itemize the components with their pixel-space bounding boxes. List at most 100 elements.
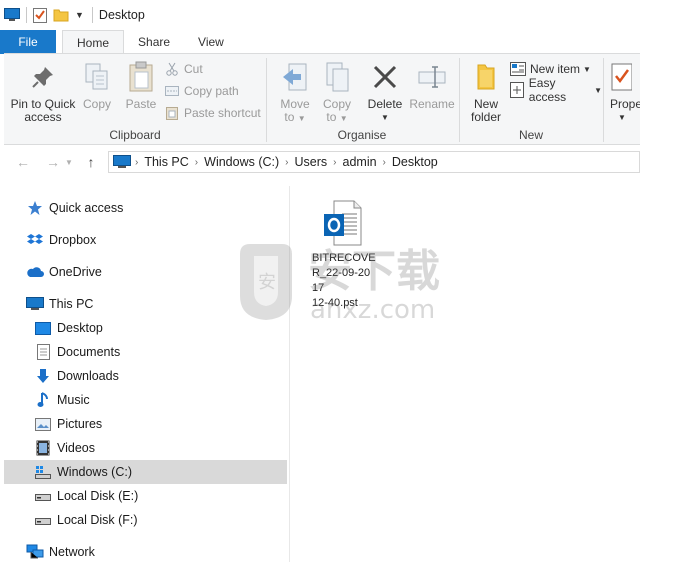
navigation-pane: Quick access Dropbox OneDrive This PC De… <box>0 190 290 562</box>
address-bar[interactable]: › This PC › Windows (C:) › Users › admin… <box>108 151 640 173</box>
quick-access-toolbar: ▼ <box>0 7 99 23</box>
chevron-right-icon[interactable]: › <box>195 157 198 168</box>
scissors-icon <box>164 61 180 77</box>
clipboard-group: Pin to Quick access Copy Paste Cut Copy … <box>4 54 266 146</box>
back-button[interactable]: ← <box>12 151 34 173</box>
nav-item-network[interactable]: Network <box>0 540 287 562</box>
customize-toolbar-dropdown-icon[interactable]: ▼ <box>75 10 84 20</box>
tab-share[interactable]: Share <box>124 30 184 54</box>
new-folder-quick-icon[interactable] <box>53 7 69 23</box>
pin-icon <box>30 58 56 96</box>
star-icon <box>26 199 44 217</box>
chevron-right-icon[interactable]: › <box>383 157 386 168</box>
properties-quick-icon[interactable] <box>33 7 47 23</box>
tab-view[interactable]: View <box>184 30 238 54</box>
up-button[interactable]: ↑ <box>80 151 102 173</box>
copy-path-button[interactable]: Copy path <box>164 81 239 101</box>
properties-button[interactable]: Prope ▼ <box>610 58 640 124</box>
copy-to-button[interactable]: Copy to ▼ <box>317 58 357 125</box>
forward-button[interactable]: → <box>42 151 64 173</box>
organise-group: Move to ▼ Copy to ▼ Delete ▼ Rename Orga… <box>267 54 457 146</box>
move-to-icon <box>281 58 309 96</box>
cut-label: Cut <box>184 62 203 76</box>
copy-path-label: Copy path <box>184 84 239 98</box>
ribbon-home: Pin to Quick access Copy Paste Cut Copy … <box>4 53 640 145</box>
rename-button[interactable]: Rename <box>407 58 457 111</box>
clipboard-group-label: Clipboard <box>109 128 161 142</box>
picture-icon <box>34 415 52 433</box>
nav-item-label: Pictures <box>57 417 103 431</box>
tab-file[interactable]: File <box>0 30 56 54</box>
nav-item-this-pc[interactable]: This PC <box>0 292 287 316</box>
chevron-right-icon[interactable]: › <box>135 157 138 168</box>
nav-item-label: Desktop <box>57 321 103 335</box>
nav-item-pictures[interactable]: Pictures <box>0 412 287 436</box>
breadcrumb-desktop[interactable]: Desktop <box>392 155 438 169</box>
file-item[interactable]: BITRECOVE R_22-09-20 17 12-40.pst <box>312 200 392 311</box>
properties-dropdown-icon: ▼ <box>618 113 626 122</box>
easy-access-button[interactable]: Easy access ▼ <box>510 76 602 104</box>
chevron-right-icon[interactable]: › <box>333 157 336 168</box>
delete-dropdown-icon[interactable]: ▼ <box>381 111 389 124</box>
new-group-label: New <box>518 128 543 142</box>
new-folder-button[interactable]: New folder <box>464 58 508 124</box>
paste-label: Paste <box>125 97 157 111</box>
nav-item-windows-c[interactable]: Windows (C:) <box>4 460 287 484</box>
download-icon <box>34 367 52 385</box>
breadcrumb-users[interactable]: Users <box>295 155 328 169</box>
copy-to-label-line2: to ▼ <box>326 110 348 124</box>
breadcrumb-admin[interactable]: admin <box>343 155 377 169</box>
copy-to-icon <box>323 58 351 96</box>
document-icon <box>34 343 52 361</box>
window-app-icon[interactable] <box>4 8 20 22</box>
copy-button[interactable]: Copy <box>80 58 114 111</box>
outlook-pst-icon <box>322 200 392 249</box>
properties-check-icon <box>610 58 632 96</box>
nav-item-dropbox[interactable]: Dropbox <box>0 228 287 252</box>
delete-label: Delete <box>367 97 403 111</box>
delete-x-icon <box>371 58 399 96</box>
new-group: New folder New item ▼ Easy access ▼ New <box>460 54 602 146</box>
new-item-icon <box>510 61 526 77</box>
breadcrumb-windows-c[interactable]: Windows (C:) <box>204 155 279 169</box>
dropbox-icon <box>26 231 44 249</box>
drive-icon <box>34 463 52 481</box>
nav-item-videos[interactable]: Videos <box>0 436 287 460</box>
move-to-button[interactable]: Move to ▼ <box>275 58 315 125</box>
nav-item-documents[interactable]: Documents <box>0 340 287 364</box>
this-pc-icon <box>113 155 131 169</box>
breadcrumb-this-pc[interactable]: This PC <box>144 155 188 169</box>
nav-item-onedrive[interactable]: OneDrive <box>0 260 287 284</box>
chevron-right-icon[interactable]: › <box>285 157 288 168</box>
nav-item-label: Documents <box>57 345 121 359</box>
recent-locations-dropdown-icon[interactable]: ▼ <box>64 151 74 173</box>
nav-item-label: Local Disk (F:) <box>57 513 138 527</box>
open-group: Prope ▼ <box>604 54 640 146</box>
paste-shortcut-button[interactable]: Paste shortcut <box>164 103 261 123</box>
nav-item-music[interactable]: Music <box>0 388 287 412</box>
pin-to-quick-access-button[interactable]: Pin to Quick access <box>8 58 78 124</box>
music-icon <box>34 391 52 409</box>
nav-item-local-disk-f[interactable]: Local Disk (F:) <box>0 508 287 532</box>
pane-divider[interactable] <box>289 186 290 562</box>
folder-icon <box>475 58 497 96</box>
properties-label: Prope <box>610 97 640 111</box>
pin-label-line2: access <box>24 110 62 124</box>
nav-item-desktop[interactable]: Desktop <box>0 316 287 340</box>
nav-item-local-disk-e[interactable]: Local Disk (E:) <box>0 484 287 508</box>
nav-item-label: Downloads <box>57 369 119 383</box>
move-to-label-line2: to ▼ <box>284 110 306 124</box>
cut-button[interactable]: Cut <box>164 59 203 79</box>
paste-shortcut-icon <box>164 105 180 121</box>
nav-item-label: Windows (C:) <box>57 465 133 479</box>
easy-access-dropdown-icon: ▼ <box>594 85 602 95</box>
new-item-label: New item <box>530 62 581 76</box>
nav-item-label: Network <box>49 545 95 559</box>
nav-item-label: Dropbox <box>49 233 97 247</box>
nav-item-quick-access[interactable]: Quick access <box>0 196 287 220</box>
paste-button[interactable]: Paste <box>122 58 160 111</box>
nav-item-downloads[interactable]: Downloads <box>0 364 287 388</box>
navigation-row: ← → ▼ ↑ › This PC › Windows (C:) › Users… <box>0 149 640 175</box>
tab-home[interactable]: Home <box>62 30 125 54</box>
delete-button[interactable]: Delete ▼ <box>365 58 405 124</box>
